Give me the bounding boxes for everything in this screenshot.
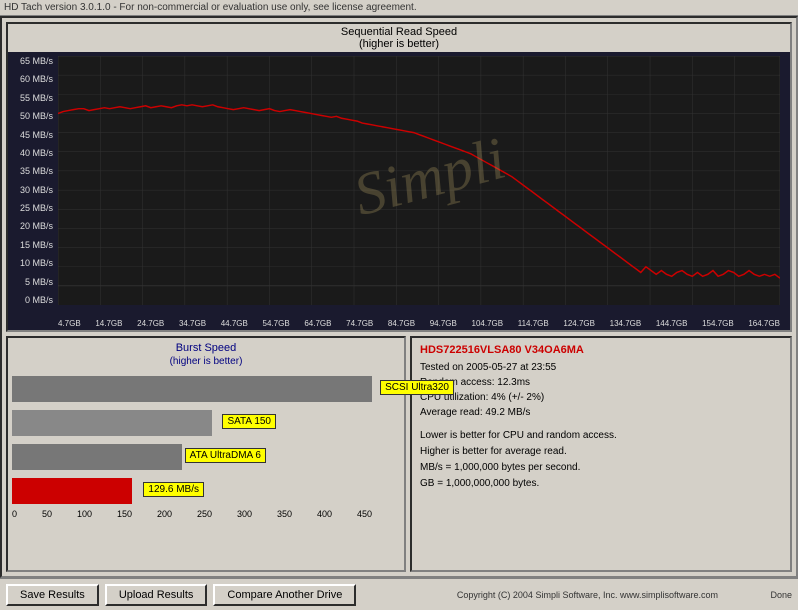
bar-row-actual: 129.6 MB/s [12, 477, 400, 505]
x-label: 124.7GB [563, 319, 595, 328]
info-notes: Lower is better for CPU and random acces… [420, 428, 782, 492]
tested-on: Tested on 2005-05-27 at 23:55 [420, 360, 782, 375]
x-label: 74.7GB [346, 319, 373, 328]
y-label: 55 MB/s [10, 93, 55, 103]
random-access: Random access: 12.3ms [420, 375, 782, 390]
burst-x-label: 100 [77, 509, 92, 519]
note-gb: GB = 1,000,000,000 bytes. [420, 476, 782, 492]
y-label: 10 MB/s [10, 258, 55, 268]
burst-x-label: 450 [357, 509, 372, 519]
burst-x-label: 400 [317, 509, 332, 519]
title-bar: HD Tach version 3.0.1.0 - For non-commer… [0, 0, 798, 16]
x-label: 4.7GB [58, 319, 81, 328]
x-label: 24.7GB [137, 319, 164, 328]
cpu-utilization: CPU utilization: 4% (+/- 2%) [420, 390, 782, 405]
bar-label-sata: SATA 150 [222, 414, 276, 429]
sequential-chart: Sequential Read Speed (higher is better)… [6, 22, 792, 332]
y-label: 40 MB/s [10, 148, 55, 158]
x-axis: 4.7GB 14.7GB 24.7GB 34.7GB 44.7GB 54.7GB… [58, 319, 780, 328]
burst-chart-title: Burst Speed [12, 342, 400, 354]
bottom-section: Burst Speed (higher is better) SCSI Ultr… [6, 336, 792, 572]
burst-x-label: 350 [277, 509, 292, 519]
save-results-button[interactable]: Save Results [6, 584, 99, 606]
bar-row-sata: SATA 150 [12, 409, 400, 437]
note-mbs: MB/s = 1,000,000 bytes per second. [420, 460, 782, 476]
x-label: 84.7GB [388, 319, 415, 328]
drive-name: HDS722516VLSA80 V34OA6MA [420, 344, 782, 356]
main-container: Sequential Read Speed (higher is better)… [0, 16, 798, 578]
x-label: 64.7GB [304, 319, 331, 328]
x-label: 34.7GB [179, 319, 206, 328]
burst-x-label: 250 [197, 509, 212, 519]
y-label: 5 MB/s [10, 277, 55, 287]
burst-x-axis: 0 50 100 150 200 250 300 350 400 450 [12, 509, 372, 519]
burst-x-label: 150 [117, 509, 132, 519]
sequential-chart-svg [58, 56, 780, 305]
y-label: 45 MB/s [10, 130, 55, 140]
y-label: 30 MB/s [10, 185, 55, 195]
y-label: 20 MB/s [10, 221, 55, 231]
bar-label-ata: ATA UltraDMA 6 [185, 448, 266, 463]
x-label: 44.7GB [221, 319, 248, 328]
burst-chart: Burst Speed (higher is better) SCSI Ultr… [6, 336, 406, 572]
y-label: 60 MB/s [10, 74, 55, 84]
seq-chart-title: Sequential Read Speed (higher is better) [8, 24, 790, 52]
x-label: 104.7GB [472, 319, 504, 328]
bar-row-ata: ATA UltraDMA 6 [12, 443, 400, 471]
y-label: 50 MB/s [10, 111, 55, 121]
y-label: 25 MB/s [10, 203, 55, 213]
y-label: 0 MB/s [10, 295, 55, 305]
copyright-text: Copyright (C) 2004 Simpli Software, Inc.… [457, 590, 718, 600]
burst-chart-subtitle: (higher is better) [12, 356, 400, 367]
title-text: HD Tach version 3.0.1.0 - For non-commer… [4, 2, 417, 13]
toolbar: Save Results Upload Results Compare Anot… [0, 578, 798, 610]
info-details: Tested on 2005-05-27 at 23:55 Random acc… [420, 360, 782, 420]
x-label: 54.7GB [263, 319, 290, 328]
y-axis: 0 MB/s 5 MB/s 10 MB/s 15 MB/s 20 MB/s 25… [10, 56, 55, 305]
bar-label-scsi: SCSI Ultra320 [380, 380, 454, 395]
x-label: 164.7GB [748, 319, 780, 328]
bar-label-actual: 129.6 MB/s [143, 482, 204, 497]
y-label: 35 MB/s [10, 166, 55, 176]
burst-x-label: 50 [42, 509, 52, 519]
bar-chart-area: SCSI Ultra320 SATA 150 ATA UltraDMA 6 [12, 375, 400, 505]
x-label: 14.7GB [95, 319, 122, 328]
y-label: 65 MB/s [10, 56, 55, 66]
burst-x-label: 0 [12, 509, 17, 519]
x-label: 114.7GB [518, 319, 549, 328]
upload-results-button[interactable]: Upload Results [105, 584, 208, 606]
bar-row-scsi: SCSI Ultra320 [12, 375, 400, 403]
status-text: Done [770, 590, 792, 600]
x-label: 134.7GB [610, 319, 642, 328]
x-label: 144.7GB [656, 319, 688, 328]
x-label: 154.7GB [702, 319, 734, 328]
x-label: 94.7GB [430, 319, 457, 328]
burst-x-label: 300 [237, 509, 252, 519]
burst-x-label: 200 [157, 509, 172, 519]
y-label: 15 MB/s [10, 240, 55, 250]
average-read: Average read: 49.2 MB/s [420, 405, 782, 420]
compare-another-drive-button[interactable]: Compare Another Drive [213, 584, 356, 606]
note-avg: Higher is better for average read. [420, 444, 782, 460]
note-cpu: Lower is better for CPU and random acces… [420, 428, 782, 444]
info-panel: HDS722516VLSA80 V34OA6MA Tested on 2005-… [410, 336, 792, 572]
